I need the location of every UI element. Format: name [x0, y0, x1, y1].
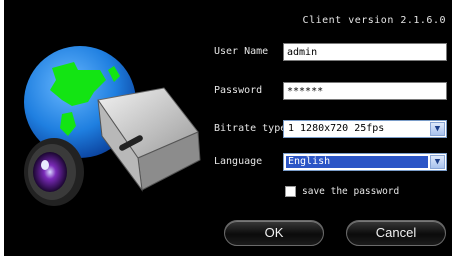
login-dialog: Client version 2.1.6.0 User Name admin P…	[4, 0, 452, 256]
save-password-checkbox[interactable]	[285, 186, 296, 197]
password-label: Password	[214, 85, 263, 96]
camera-globe-icon	[24, 46, 201, 206]
save-password-label: save the password	[302, 186, 400, 197]
username-field[interactable]: admin	[283, 43, 447, 61]
language-label: Language	[214, 156, 263, 167]
bitrate-label: Bitrate type	[214, 123, 287, 134]
chevron-down-icon[interactable]: ▼	[430, 155, 445, 169]
language-select[interactable]: English ▼	[283, 153, 447, 171]
chevron-down-icon[interactable]: ▼	[430, 122, 445, 136]
username-label: User Name	[214, 46, 269, 57]
bitrate-value: 1 1280x720 25fps	[288, 123, 385, 134]
client-version: Client version 2.1.6.0	[302, 15, 446, 26]
password-field[interactable]: ******	[283, 82, 447, 100]
language-value: English	[286, 156, 428, 168]
cancel-button[interactable]: Cancel	[346, 220, 446, 246]
bitrate-select[interactable]: 1 1280x720 25fps ▼	[283, 120, 447, 138]
ok-button[interactable]: OK	[224, 220, 324, 246]
